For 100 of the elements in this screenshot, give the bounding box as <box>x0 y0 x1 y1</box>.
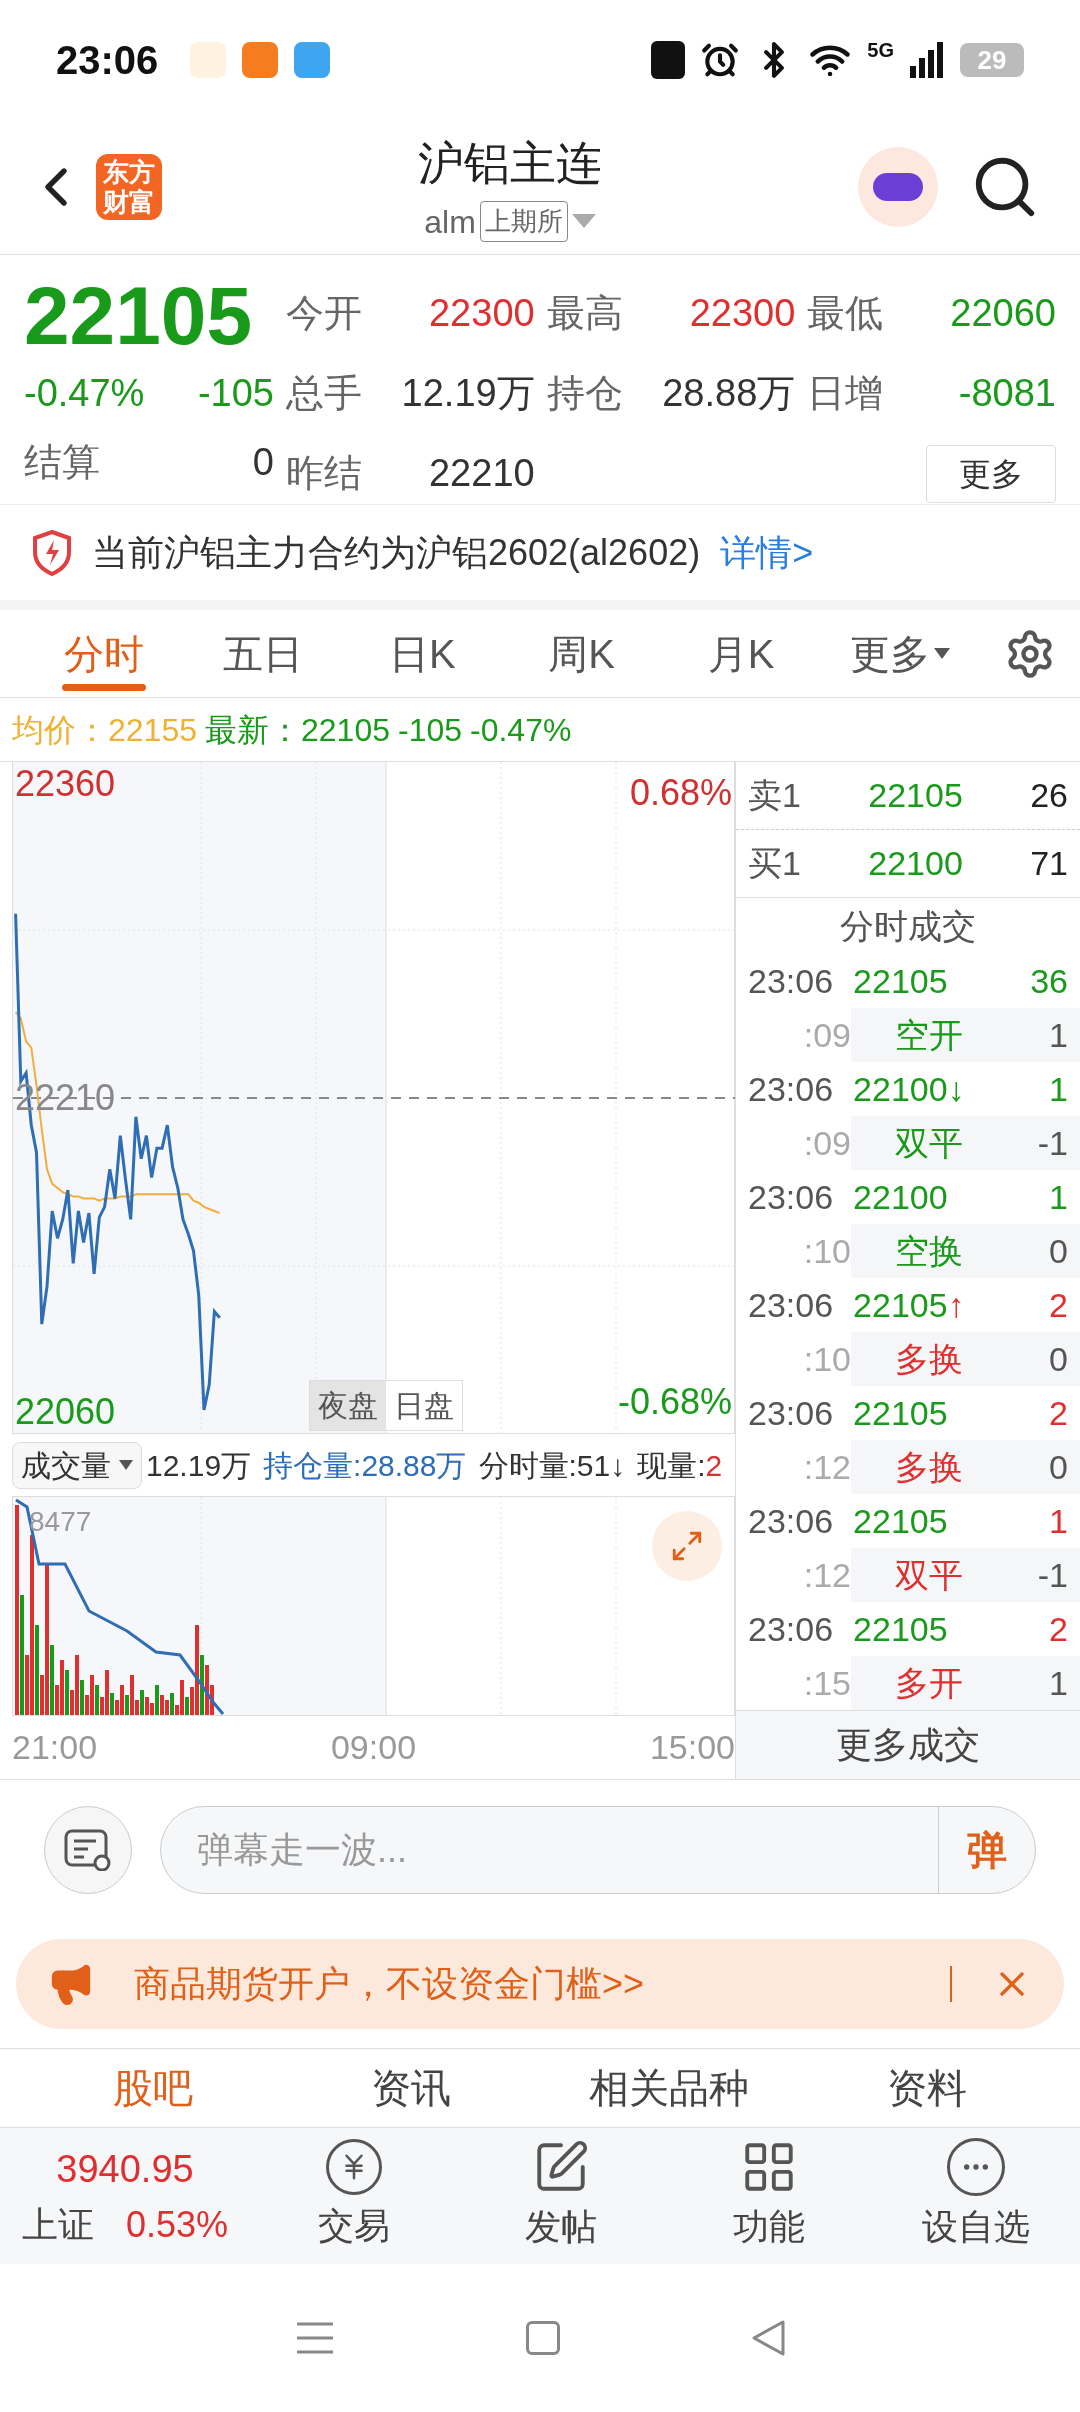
open-interest: 持仓量:28.88万 <box>263 1447 467 1484</box>
minute-volume: 分时量:51↓ <box>478 1447 626 1484</box>
dropdown-icon[interactable] <box>571 213 596 230</box>
latest-change-percent: -0.47% <box>470 710 572 750</box>
chart-tab[interactable]: 日K <box>342 610 502 697</box>
field-label: 持仓 <box>546 370 623 416</box>
battery-level: 29 <box>960 43 1024 77</box>
nav-button[interactable]: 交易 <box>250 2139 458 2253</box>
axis-label: 22060 <box>15 1392 116 1432</box>
field-label: 总手 <box>286 370 362 416</box>
index-value: 3940.95 <box>56 2146 194 2192</box>
chart-tab[interactable]: 周K <box>502 610 662 697</box>
trade-seconds: :09 <box>802 1014 851 1056</box>
back-triangle-icon[interactable] <box>750 2320 785 2356</box>
trade-seconds: :10 <box>802 1230 851 1272</box>
signal-icon <box>910 42 944 78</box>
axis-label: -0.68% <box>617 1380 732 1424</box>
field-label: 结算 <box>24 440 100 485</box>
nav-button[interactable]: 设自选 <box>872 2138 1080 2254</box>
content-tab[interactable]: 资料 <box>798 2058 1056 2118</box>
position-change: -1 <box>1037 1122 1068 1164</box>
more-trades-button[interactable]: 更多成交 <box>736 1710 1080 1779</box>
axis-label: 0.68% <box>629 771 732 815</box>
field-value: 0 <box>252 440 274 485</box>
trade-seconds: :10 <box>802 1338 851 1380</box>
index-name: 上证 <box>21 2202 94 2247</box>
nav-button[interactable]: 功能 <box>665 2138 873 2254</box>
session-toggle[interactable]: 夜盘 <box>310 1381 386 1430</box>
field-label: 最高 <box>546 290 623 336</box>
field-value: 22300 <box>689 290 796 336</box>
field-value: 28.88万 <box>662 370 796 416</box>
current-volume: 2 <box>705 1447 723 1484</box>
axis-label: 22360 <box>15 763 116 804</box>
trade-price: 22105 <box>852 960 949 1002</box>
trades-heading: 分时成交 <box>839 905 977 947</box>
volume-total: 12.19万 <box>146 1447 252 1484</box>
content-tab[interactable]: 相关品种 <box>540 2058 798 2118</box>
trade-type: 空换 <box>895 1230 963 1272</box>
order-quantity: 71 <box>1030 843 1068 884</box>
field-value: -8081 <box>958 370 1056 416</box>
nav-button[interactable]: 发帖 <box>457 2138 665 2254</box>
trade-price: 22100 <box>852 1176 949 1218</box>
trade-time: 23:06 <box>748 1500 834 1542</box>
trade-price: 22105 <box>852 1392 949 1434</box>
home-icon[interactable] <box>526 2321 560 2355</box>
more-button[interactable]: 更多 <box>926 444 1056 503</box>
position-change: 1 <box>1049 1662 1068 1704</box>
position-change: 0 <box>1049 1446 1068 1488</box>
field-label: 日增 <box>807 370 884 416</box>
trade-quantity: 36 <box>1030 960 1068 1002</box>
chart-tab[interactable]: 五日 <box>183 610 343 697</box>
trade-price: 22105 <box>852 1500 949 1542</box>
page-title: 沪铝主连 <box>418 135 602 191</box>
position-change: 0 <box>1049 1338 1068 1380</box>
trade-time: 23:06 <box>748 1608 834 1650</box>
trade-type: 双平 <box>895 1554 963 1596</box>
position-change: -1 <box>1037 1554 1068 1596</box>
field-label: 昨结 <box>286 451 362 496</box>
order-quantity: 26 <box>1030 775 1068 816</box>
trade-quantity: 2 <box>1049 1608 1068 1650</box>
last-price: 22105 <box>24 271 254 361</box>
exchange-tag: 上期所 <box>479 201 568 242</box>
chart-tab[interactable]: 月K <box>661 610 821 697</box>
trade-seconds: :09 <box>802 1122 851 1164</box>
clock-time: 23:06 <box>56 37 159 84</box>
position-change: 1 <box>1049 1014 1068 1056</box>
details-link[interactable]: 详情> <box>720 525 814 580</box>
trade-time: 23:06 <box>748 1176 834 1218</box>
trade-quantity: 2 <box>1049 1392 1068 1434</box>
indicator-selector[interactable]: 成交量 <box>12 1441 142 1489</box>
more-icon <box>947 2138 1006 2196</box>
trade-quantity: 1 <box>1049 1500 1068 1542</box>
latest-change: -105 <box>397 710 462 750</box>
trade-time: 23:06 <box>748 1392 834 1434</box>
order-level: 买1 <box>748 843 801 884</box>
field-value: 12.19万 <box>401 370 535 416</box>
alarm-icon <box>701 41 740 79</box>
chart-tab[interactable]: 更多 <box>820 610 980 697</box>
content-tab[interactable]: 股吧 <box>24 2058 282 2118</box>
menu-icon[interactable] <box>295 2321 336 2355</box>
expand-icon <box>670 1529 704 1563</box>
chart-tab[interactable]: 分时 <box>24 610 184 697</box>
trade-type: 空开 <box>895 1014 963 1056</box>
contract-code: alm <box>424 202 476 242</box>
order-level: 卖1 <box>748 775 801 816</box>
time-axis-label: 15:00 <box>649 1726 735 1768</box>
current-volume-label: 现量: <box>637 1447 706 1484</box>
trade-price: 22100↓ <box>852 1068 966 1110</box>
time-axis-label: 09:00 <box>330 1726 417 1768</box>
trade-quantity: 1 <box>1049 1176 1068 1218</box>
order-price: 22105 <box>868 775 963 816</box>
shield-bolt-icon <box>32 529 72 576</box>
time-axis-label: 21:00 <box>12 1726 98 1768</box>
position-change: 0 <box>1049 1230 1068 1272</box>
trade-seconds: :12 <box>802 1446 851 1488</box>
caret-icon <box>119 1459 133 1471</box>
order-price: 22100 <box>868 843 963 884</box>
promo-text: 商品期货开户，不设资金门槛>> <box>134 1961 646 2006</box>
trade-type: 多换 <box>895 1338 963 1380</box>
content-tab[interactable]: 资讯 <box>282 2058 540 2118</box>
